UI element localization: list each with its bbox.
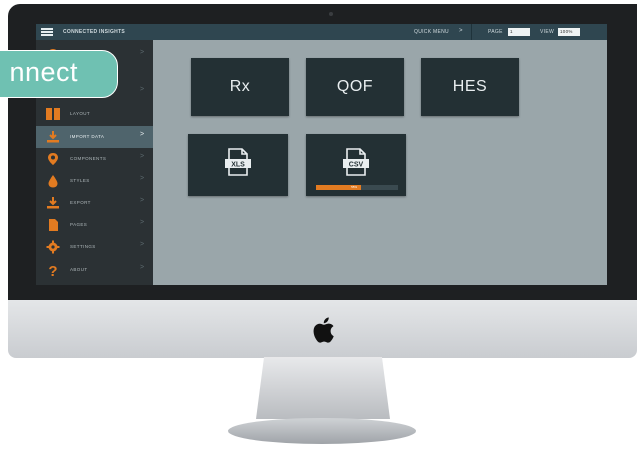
top-bar: CONNECTED INSIGHTS QUICK MENU > PAGE 1 V… bbox=[36, 24, 607, 40]
sidebar-item-label: IMPORT DATA bbox=[70, 134, 105, 139]
view-label: VIEW bbox=[540, 29, 554, 35]
sidebar-item-settings[interactable]: SETTINGS > bbox=[36, 236, 153, 258]
hes-tile[interactable]: HES bbox=[421, 58, 519, 116]
map-pin-icon bbox=[48, 153, 58, 165]
chevron-right-icon: > bbox=[140, 175, 145, 182]
xls-file-icon: XLS bbox=[225, 148, 251, 176]
camera-icon bbox=[329, 12, 333, 16]
csv-file-icon: CSV bbox=[343, 148, 369, 176]
connect-banner: nnect bbox=[0, 50, 118, 98]
tile-label: HES bbox=[452, 78, 488, 95]
sidebar-item-label: COMPONENTS bbox=[70, 156, 107, 161]
chevron-right-icon: > bbox=[140, 264, 145, 271]
rx-tile[interactable]: Rx bbox=[191, 58, 289, 116]
chevron-right-icon: > bbox=[140, 86, 145, 93]
chevron-right-icon: > bbox=[140, 219, 145, 226]
sidebar-item-styles[interactable]: STYLES > bbox=[36, 170, 153, 192]
download-icon bbox=[47, 197, 59, 209]
sidebar-item-about[interactable]: ? ABOUT > bbox=[36, 259, 153, 281]
svg-text:?: ? bbox=[48, 263, 57, 277]
csv-import-tile[interactable]: CSV 55% bbox=[306, 134, 406, 196]
zoom-select[interactable]: 100% bbox=[558, 28, 580, 36]
app-screen: CONNECTED INSIGHTS QUICK MENU > PAGE 1 V… bbox=[36, 24, 607, 285]
chevron-right-icon: > bbox=[140, 153, 145, 160]
upload-progress-bar: 55% bbox=[316, 185, 398, 190]
sidebar-item-label: LAYOUT bbox=[70, 111, 91, 116]
quick-menu-button[interactable]: QUICK MENU bbox=[414, 29, 449, 35]
app-title: CONNECTED INSIGHTS bbox=[63, 29, 126, 35]
file-type-label: XLS bbox=[231, 161, 245, 168]
upload-progress-fill: 55% bbox=[316, 185, 362, 190]
sidebar-item-label: PAGES bbox=[70, 222, 88, 227]
monitor-stand-neck bbox=[256, 357, 390, 419]
qof-tile[interactable]: QOF bbox=[306, 58, 404, 116]
chevron-right-icon: > bbox=[140, 49, 145, 56]
banner-text: nnect bbox=[9, 57, 78, 87]
tile-label: Rx bbox=[229, 78, 251, 95]
sidebar-item-label: STYLES bbox=[70, 178, 90, 183]
droplet-icon bbox=[48, 175, 58, 188]
sidebar-item-label: EXPORT bbox=[70, 200, 91, 205]
question-icon: ? bbox=[48, 263, 57, 277]
monitor-stand-base bbox=[228, 418, 416, 444]
menu-icon[interactable] bbox=[41, 28, 53, 36]
chevron-right-icon: > bbox=[140, 131, 145, 138]
chevron-right-icon: > bbox=[140, 197, 145, 204]
divider bbox=[471, 24, 472, 40]
gear-icon bbox=[46, 240, 60, 254]
imac-mockup: CONNECTED INSIGHTS QUICK MENU > PAGE 1 V… bbox=[0, 0, 637, 460]
sidebar-item-label: SETTINGS bbox=[70, 244, 96, 249]
chevron-right-icon: > bbox=[140, 241, 145, 248]
sidebar-item-export[interactable]: EXPORT > bbox=[36, 192, 153, 214]
chevron-right-icon[interactable]: > bbox=[459, 28, 463, 34]
layout-icon bbox=[46, 108, 60, 120]
apple-logo-icon bbox=[313, 317, 334, 343]
import-icon bbox=[47, 131, 59, 143]
tile-label: QOF bbox=[336, 78, 374, 95]
sidebar-item-components[interactable]: COMPONENTS > bbox=[36, 148, 153, 170]
sidebar-item-label: ABOUT bbox=[70, 267, 88, 272]
page-select[interactable]: 1 bbox=[508, 28, 530, 36]
page-icon bbox=[49, 219, 58, 231]
file-type-label: CSV bbox=[349, 161, 364, 168]
sidebar-item-import-data[interactable]: IMPORT DATA > bbox=[36, 126, 153, 148]
page-label: PAGE bbox=[488, 29, 503, 35]
sidebar-item-pages[interactable]: PAGES > bbox=[36, 214, 153, 236]
sidebar-item-layout[interactable]: LAYOUT bbox=[36, 103, 153, 125]
xls-import-tile[interactable]: XLS bbox=[188, 134, 288, 196]
